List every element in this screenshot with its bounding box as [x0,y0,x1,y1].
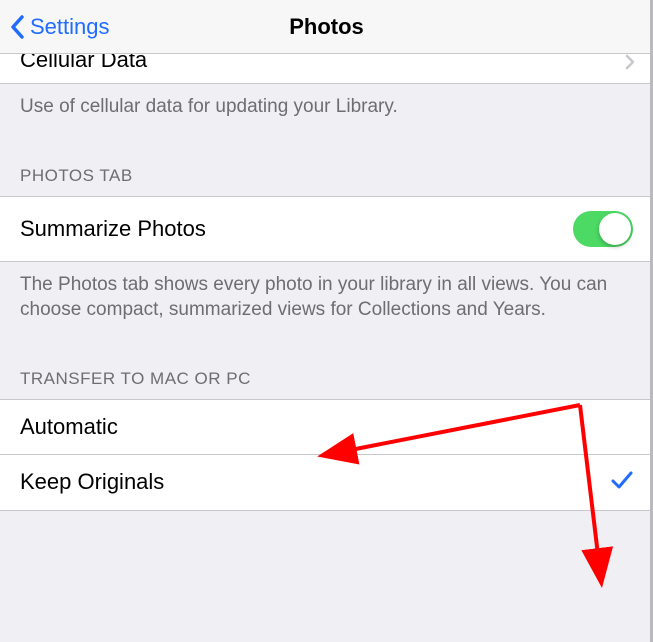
chevron-right-icon [625,54,635,75]
summarize-photos-row[interactable]: Summarize Photos [0,196,653,262]
cellular-data-row[interactable]: Cellular Data [0,54,653,84]
toggle-knob [599,213,631,245]
transfer-option-keep-originals[interactable]: Keep Originals [0,455,653,511]
chevron-left-icon [10,14,26,40]
summarize-photos-label: Summarize Photos [20,216,206,242]
transfer-option-label: Keep Originals [20,469,164,495]
transfer-option-automatic[interactable]: Automatic [0,399,653,455]
cellular-footer: Use of cellular data for updating your L… [0,84,653,148]
back-label: Settings [30,14,110,40]
photos-tab-header: PHOTOS TAB [0,148,653,196]
back-button[interactable]: Settings [0,14,110,40]
content: Cellular Data Use of cellular data for u… [0,54,653,511]
navigation-bar: Settings Photos [0,0,653,54]
checkmark-icon [611,471,633,494]
photos-tab-footer: The Photos tab shows every photo in your… [0,262,653,351]
transfer-option-label: Automatic [20,414,118,440]
cellular-data-label: Cellular Data [20,54,147,73]
summarize-photos-toggle[interactable] [573,211,633,247]
transfer-header: TRANSFER TO MAC OR PC [0,351,653,399]
